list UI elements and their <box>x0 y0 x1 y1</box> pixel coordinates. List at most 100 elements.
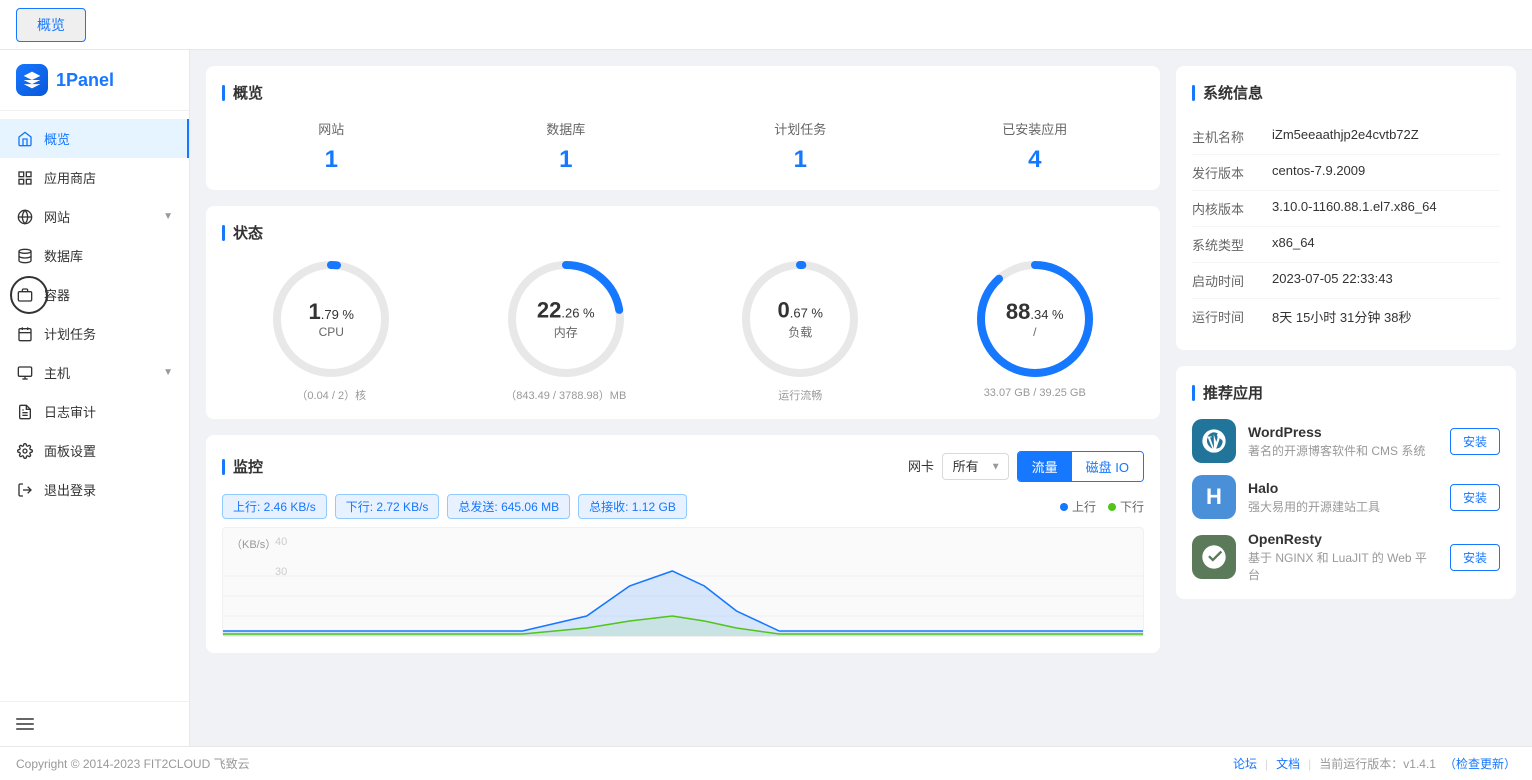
nic-selector[interactable]: 网卡 所有 ▼ <box>908 453 1009 480</box>
memory-detail: （843.49 / 3788.98）MB <box>505 387 626 403</box>
sysinfo-row-boottime: 启动时间 2023-07-05 22:33:43 <box>1192 263 1500 299</box>
halo-install-button[interactable]: 安装 <box>1450 484 1500 511</box>
globe-icon <box>16 208 34 226</box>
calendar-icon <box>16 325 34 343</box>
load-big: 0 <box>778 298 790 323</box>
sysinfo-val-boottime: 2023-07-05 22:33:43 <box>1272 271 1500 290</box>
audit-icon <box>16 403 34 421</box>
chevron-right-icon: ▼ <box>163 367 173 378</box>
sysinfo-key-hostname: 主机名称 <box>1192 127 1272 146</box>
load-gauge-text: 0.67 % 负载 <box>778 298 824 341</box>
home-icon <box>16 130 34 148</box>
logo-icon <box>16 64 48 96</box>
overview-section-title: 概览 <box>222 82 1144 103</box>
stat-crontask-label: 计划任务 <box>691 119 910 138</box>
chart-y-axis-label: （KB/s） <box>231 536 276 552</box>
host-icon <box>16 364 34 382</box>
sidebar-item-audit[interactable]: 日志审计 <box>0 392 189 431</box>
legend-down: 下行 <box>1108 498 1144 515</box>
sidebar-item-website[interactable]: 网站 ▼ <box>0 197 189 236</box>
disk-gauge-container: 88.34 % / <box>975 259 1095 379</box>
openresty-info: OpenResty 基于 NGINX 和 LuaJIT 的 Web 平台 <box>1248 531 1438 583</box>
app-item-wordpress: WordPress 著名的开源博客软件和 CMS 系统 安装 <box>1192 419 1500 463</box>
memory-small: .26 % <box>561 306 594 321</box>
sidebar-label-crontask: 计划任务 <box>44 324 96 343</box>
main-content: 概览 网站 1 数据库 1 计划任务 1 已安装应用 <box>190 50 1532 746</box>
openresty-desc: 基于 NGINX 和 LuaJIT 的 Web 平台 <box>1248 549 1438 583</box>
tab-traffic[interactable]: 流量 <box>1018 452 1072 481</box>
sysinfo-key-uptime: 运行时间 <box>1192 307 1272 326</box>
system-info-title: 系统信息 <box>1192 82 1500 103</box>
divider-1: | <box>1265 757 1268 771</box>
sidebar-item-crontask[interactable]: 计划任务 <box>0 314 189 353</box>
openresty-install-button[interactable]: 安装 <box>1450 544 1500 571</box>
cpu-gauge-container: 1.79 % CPU <box>271 259 391 379</box>
docs-link[interactable]: 文档 <box>1276 755 1300 772</box>
right-panel: 系统信息 主机名称 iZm5eeaathjp2e4cvtb72Z 发行版本 ce… <box>1176 66 1516 730</box>
stat-database-value: 1 <box>457 146 676 174</box>
footer-right: 论坛 | 文档 | 当前运行版本：v1.4.1 （检查更新） <box>1233 755 1516 772</box>
sidebar-label-audit: 日志审计 <box>44 402 96 421</box>
stat-website-label: 网站 <box>222 119 441 138</box>
chart-area: （KB/s） 40 30 <box>222 527 1144 637</box>
openresty-name: OpenResty <box>1248 531 1438 547</box>
recommended-apps-card: 推荐应用 WordPress 著名的开源博客软件和 CMS 系统 安装 <box>1176 366 1516 599</box>
check-update-link[interactable]: （检查更新） <box>1444 755 1516 772</box>
cpu-percent: 1.79 % <box>309 299 355 325</box>
sidebar-label-website: 网站 <box>44 207 70 226</box>
halo-icon: H <box>1192 475 1236 519</box>
sidebar-label-database: 数据库 <box>44 246 83 265</box>
gauges-grid: 1.79 % CPU （0.04 / 2）核 <box>222 259 1144 403</box>
monitor-header: 监控 网卡 所有 ▼ 流量 磁盘 IO <box>222 451 1144 482</box>
stat-crontask-value: 1 <box>691 146 910 174</box>
tab-disk-io[interactable]: 磁盘 IO <box>1072 452 1143 481</box>
sidebar-item-logout[interactable]: 退出登录 <box>0 470 189 509</box>
status-section-title: 状态 <box>222 222 1144 243</box>
legend-up-dot <box>1060 503 1068 511</box>
overview-tab[interactable]: 概览 <box>16 8 86 42</box>
logo-text: 1Panel <box>56 70 114 91</box>
sidebar-item-database[interactable]: 数据库 <box>0 236 189 275</box>
wordpress-icon <box>1192 419 1236 463</box>
monitor-tabs: 流量 磁盘 IO <box>1017 451 1144 482</box>
settings-icon <box>16 442 34 460</box>
sidebar-item-appstore[interactable]: 应用商店 <box>0 158 189 197</box>
sidebar-item-host[interactable]: 主机 ▼ <box>0 353 189 392</box>
wordpress-name: WordPress <box>1248 424 1438 440</box>
sidebar-item-container[interactable]: 容器 <box>0 275 189 314</box>
chart-y-40: 40 <box>275 536 287 548</box>
memory-percent: 22.26 % <box>537 298 595 324</box>
sysinfo-val-hostname: iZm5eeaathjp2e4cvtb72Z <box>1272 127 1500 146</box>
forum-link[interactable]: 论坛 <box>1233 755 1257 772</box>
memory-big: 22 <box>537 298 561 323</box>
legend-up-label: 上行 <box>1072 498 1096 515</box>
top-bar: 概览 <box>0 0 1532 50</box>
nic-select[interactable]: 所有 <box>942 453 1009 480</box>
monitor-stats: 上行: 2.46 KB/s 下行: 2.72 KB/s 总发送: 645.06 … <box>222 494 1144 519</box>
sysinfo-row-hostname: 主机名称 iZm5eeaathjp2e4cvtb72Z <box>1192 119 1500 155</box>
sysinfo-key-arch: 系统类型 <box>1192 235 1272 254</box>
sidebar-item-settings[interactable]: 面板设置 <box>0 431 189 470</box>
legend-down-dot <box>1108 503 1116 511</box>
disk-gauge-text: 88.34 % / <box>1006 299 1064 339</box>
hamburger-button[interactable] <box>16 710 173 738</box>
sysinfo-row-distro: 发行版本 centos-7.9.2009 <box>1192 155 1500 191</box>
sidebar-item-overview[interactable]: 概览 <box>0 119 189 158</box>
cpu-detail: （0.04 / 2）核 <box>296 387 366 403</box>
sysinfo-val-arch: x86_64 <box>1272 235 1500 254</box>
memory-gauge: 22.26 % 内存 （843.49 / 3788.98）MB <box>457 259 676 403</box>
stat-website: 网站 1 <box>222 119 441 174</box>
disk-gauge: 88.34 % / 33.07 GB / 39.25 GB <box>926 259 1145 403</box>
load-small: .67 % <box>790 306 823 321</box>
sidebar-menu: 概览 应用商店 网站 ▼ 数据库 <box>0 111 189 701</box>
wordpress-info: WordPress 著名的开源博客软件和 CMS 系统 <box>1248 424 1438 459</box>
stat-database-label: 数据库 <box>457 119 676 138</box>
load-detail: 运行流畅 <box>778 387 822 403</box>
cpu-gauge: 1.79 % CPU （0.04 / 2）核 <box>222 259 441 403</box>
memory-label: 内存 <box>537 324 595 341</box>
wordpress-install-button[interactable]: 安装 <box>1450 428 1500 455</box>
chart-legend: 上行 下行 <box>1060 494 1144 519</box>
stat-database: 数据库 1 <box>457 119 676 174</box>
monitor-filters: 网卡 所有 ▼ 流量 磁盘 IO <box>908 451 1144 482</box>
chevron-down-icon: ▼ <box>163 211 173 222</box>
